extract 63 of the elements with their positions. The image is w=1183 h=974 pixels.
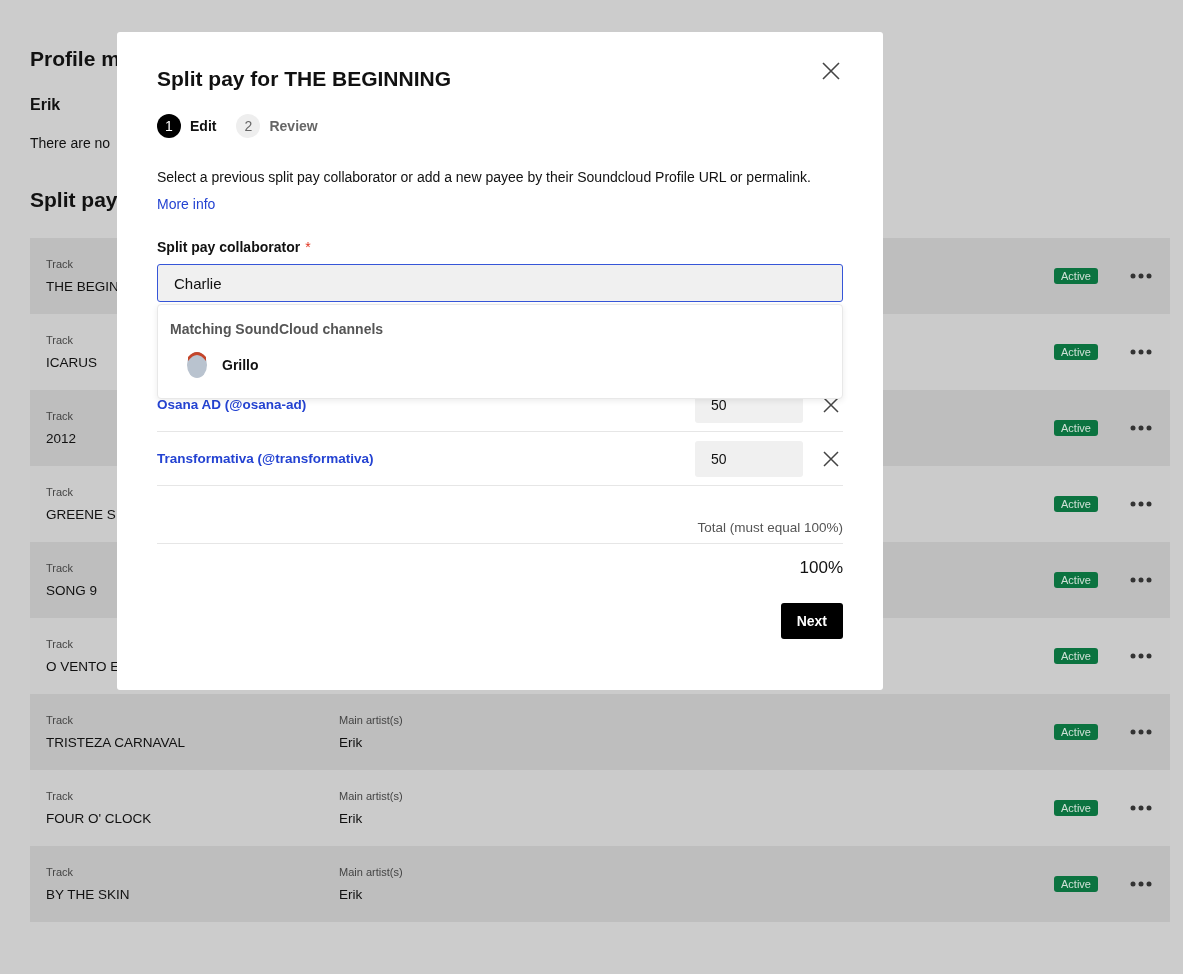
- next-button[interactable]: Next: [780, 603, 843, 639]
- more-options-icon[interactable]: [1130, 349, 1152, 355]
- column-label: Main artist(s): [339, 714, 403, 726]
- column-label: Track: [46, 258, 74, 270]
- info-text: There are no: [30, 134, 111, 152]
- status-badge: Active: [1054, 268, 1098, 284]
- status-badge: Active: [1054, 876, 1098, 892]
- more-options-icon[interactable]: [1130, 729, 1152, 735]
- more-options-icon[interactable]: [1130, 881, 1152, 887]
- required-mark: *: [305, 239, 311, 255]
- more-options-icon[interactable]: [1130, 273, 1152, 279]
- column-label: Track: [46, 334, 74, 346]
- track-title: GREENE S: [46, 507, 116, 522]
- status-badge: Active: [1054, 344, 1098, 360]
- column-label: Track: [46, 486, 74, 498]
- column-label: Track: [46, 714, 74, 726]
- column-label: Track: [46, 410, 74, 422]
- step-tab[interactable]: 2 Review: [236, 114, 318, 138]
- section-title: Split pay: [30, 187, 118, 213]
- more-options-icon[interactable]: [1130, 501, 1152, 507]
- collaborator-search-field[interactable]: Charlie: [157, 264, 843, 302]
- column-label: Track: [46, 562, 74, 574]
- artist-name: Erik: [339, 887, 363, 902]
- more-info-link[interactable]: More info: [157, 196, 216, 212]
- close-icon[interactable]: [822, 62, 840, 80]
- description-text: Select a previous split pay collaborator or add a new payee by their Soundcloud Profile URL or permalink.: [157, 168, 812, 186]
- more-options-icon[interactable]: [1130, 653, 1152, 659]
- artist-name: Erik: [30, 95, 61, 115]
- column-label: Main artist(s): [339, 790, 403, 802]
- status-badge: Active: [1054, 648, 1098, 664]
- track-title: BY THE SKIN: [46, 887, 130, 902]
- step-tab[interactable]: 1 Edit: [157, 114, 217, 138]
- remove-icon[interactable]: [823, 396, 839, 413]
- column-label: Track: [46, 790, 74, 802]
- more-options-icon[interactable]: [1130, 425, 1152, 431]
- payee-link[interactable]: Osana AD (@osana-ad): [157, 397, 307, 412]
- artist-name: Erik: [339, 735, 363, 750]
- column-label: Main artist(s): [339, 866, 403, 878]
- channel-option[interactable]: Grillo: [222, 357, 259, 373]
- share-input[interactable]: 50: [695, 440, 803, 477]
- status-badge: Active: [1054, 724, 1098, 740]
- avatar-icon: [186, 351, 208, 379]
- more-options-icon[interactable]: [1130, 577, 1152, 583]
- artist-name: Erik: [339, 811, 363, 826]
- remove-icon[interactable]: [823, 450, 839, 467]
- column-label: Track: [46, 866, 74, 878]
- dialog-title: Split pay for THE BEGINNING: [157, 66, 452, 92]
- more-options-icon[interactable]: [1130, 805, 1152, 811]
- status-badge: Active: [1054, 572, 1098, 588]
- status-badge: Active: [1054, 800, 1098, 816]
- track-title: FOUR O' CLOCK: [46, 811, 152, 826]
- dropdown-heading: Matching SoundCloud channels: [170, 321, 385, 337]
- track-title: SONG 9: [46, 583, 97, 598]
- payee-link[interactable]: Transformativa (@transformativa): [157, 451, 374, 466]
- column-label: Track: [46, 638, 74, 650]
- total-label: Total (must equal 100%): [157, 520, 843, 544]
- total-value: 100%: [799, 558, 843, 578]
- status-badge: Active: [1054, 496, 1098, 512]
- field-label: Split pay collaborator: [157, 239, 301, 255]
- track-title: 2012: [46, 431, 77, 446]
- track-title: TRISTEZA CARNAVAL: [46, 735, 186, 750]
- status-badge: Active: [1054, 420, 1098, 436]
- track-title: ICARUS: [46, 355, 97, 370]
